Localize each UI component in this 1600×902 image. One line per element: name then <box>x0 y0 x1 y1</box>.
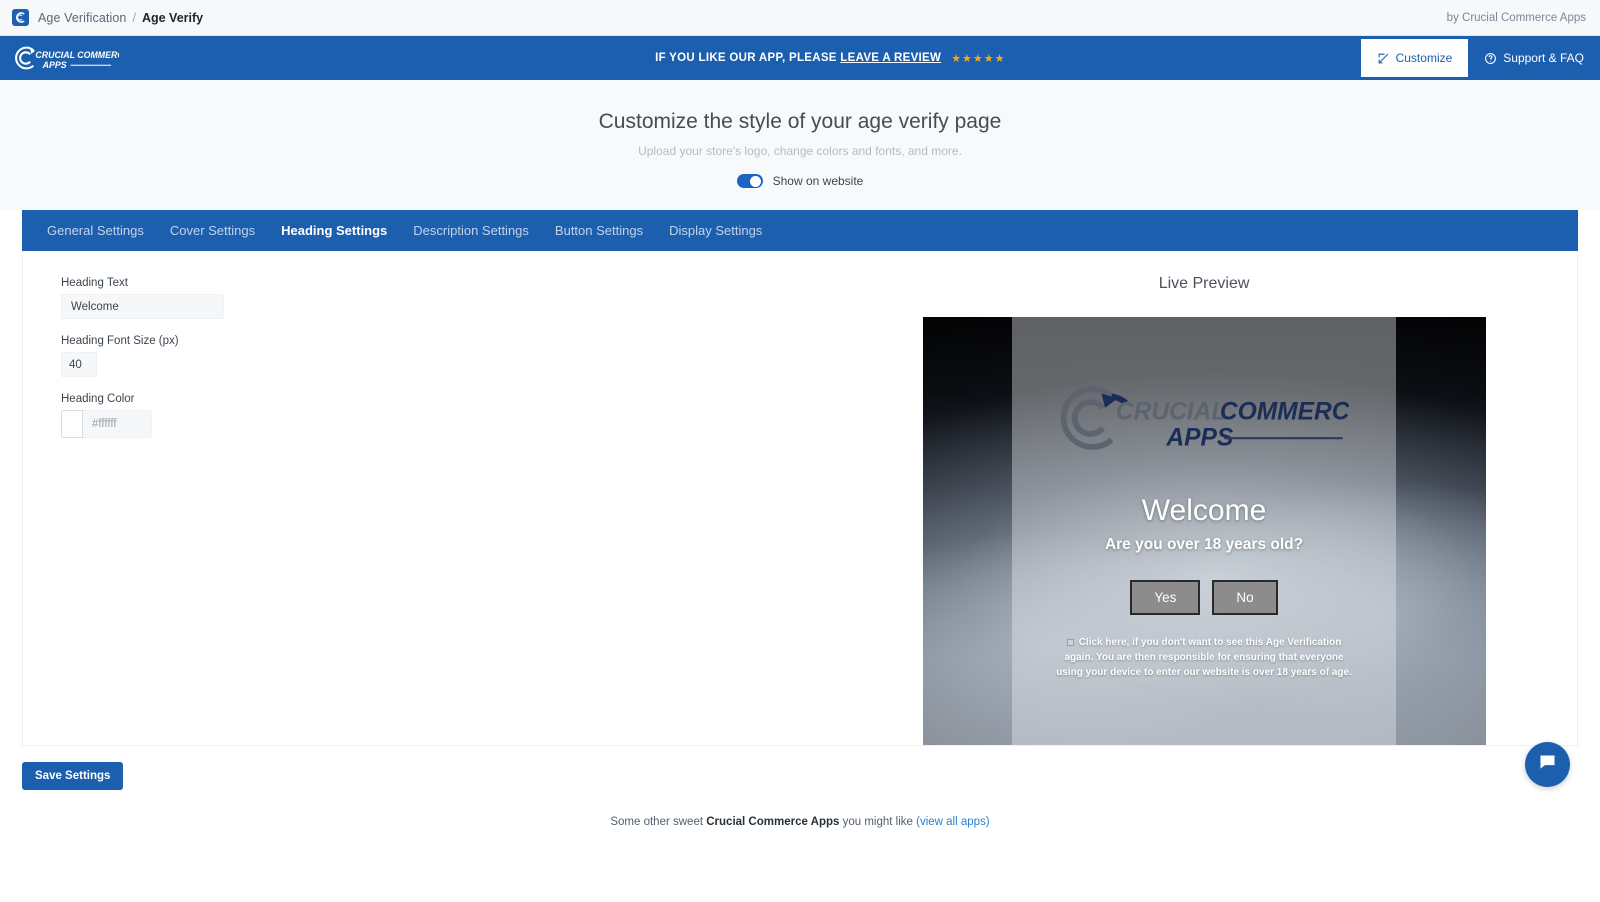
footer-prefix: Some other sweet <box>610 816 704 828</box>
preview-no-button[interactable]: No <box>1212 580 1278 615</box>
heading-color-group: #ffffff <box>61 410 152 438</box>
save-row: Save Settings <box>0 746 1600 790</box>
customize-tab-label: Customize <box>1395 51 1453 65</box>
tab-general-settings[interactable]: General Settings <box>34 223 157 238</box>
review-prefix: IF YOU LIKE OUR APP, PLEASE <box>655 52 837 64</box>
tab-cover-settings[interactable]: Cover Settings <box>157 223 268 238</box>
app-header: CRUCIAL COMMERCE APPS IF YOU LIKE OUR AP… <box>0 36 1600 80</box>
view-all-apps-link[interactable]: (view all apps) <box>916 816 990 828</box>
live-preview-canvas: CRUCIAL COMMERCE APPS Welcome Are you ov… <box>922 317 1486 745</box>
page-footer: Some other sweet Crucial Commerce Apps y… <box>0 790 1600 828</box>
app-window: Age Verification / Age Verify by Crucial… <box>0 0 1600 902</box>
support-faq-label: Support & FAQ <box>1503 51 1584 65</box>
breadcrumb-parent-link[interactable]: Age Verification <box>38 11 126 25</box>
page-header-section: Customize the style of your age verify p… <box>0 80 1600 210</box>
breadcrumb-current: Age Verify <box>141 10 204 25</box>
heading-font-size-input[interactable] <box>61 352 97 377</box>
heading-color-field: Heading Color #ffffff <box>61 393 831 438</box>
heading-color-swatch[interactable] <box>61 410 83 438</box>
crucial-c-logo-icon <box>12 9 29 26</box>
settings-form: Heading Text Heading Font Size (px) Head… <box>23 251 831 745</box>
app-header-actions: Customize Support & FAQ <box>1360 36 1600 80</box>
show-on-website-row: Show on website <box>0 174 1600 188</box>
question-circle-icon <box>1484 52 1497 65</box>
footer-middle: you might like <box>842 816 913 828</box>
save-settings-button[interactable]: Save Settings <box>22 762 124 790</box>
live-preview-overlay: CRUCIAL COMMERCE APPS Welcome Are you ov… <box>1012 317 1397 745</box>
toggle-knob <box>750 175 762 187</box>
heading-text-label: Heading Text <box>61 277 128 289</box>
preview-remember-text: Click here, if you don't want to see thi… <box>1056 637 1352 678</box>
svg-text:CRUCIAL COMMERCE: CRUCIAL COMMERCE <box>35 50 119 60</box>
footer-brand: Crucial Commerce Apps <box>706 816 840 828</box>
breadcrumb-separator: / <box>132 10 136 25</box>
preview-subheading: Are you over 18 years old? <box>1104 536 1304 553</box>
support-faq-button[interactable]: Support & FAQ <box>1468 36 1600 80</box>
breadcrumb-byline: by Crucial Commerce Apps <box>1446 11 1586 24</box>
preview-heading: Welcome <box>1141 494 1267 527</box>
heading-text-input[interactable] <box>61 294 224 319</box>
app-logo[interactable]: CRUCIAL COMMERCE APPS <box>0 36 300 80</box>
preview-remember-checkbox[interactable] <box>1066 638 1074 646</box>
svg-text:CRUCIAL: CRUCIAL <box>1116 398 1226 425</box>
breadcrumb-bar: Age Verification / Age Verify by Crucial… <box>0 0 1600 36</box>
heading-text-field: Heading Text <box>61 277 831 319</box>
heading-font-size-label: Heading Font Size (px) <box>61 335 179 347</box>
preview-buttons: Yes No <box>1130 580 1278 615</box>
tab-heading-settings[interactable]: Heading Settings <box>268 223 400 238</box>
live-preview-title: Live Preview <box>1158 275 1250 292</box>
svg-text:APPS: APPS <box>42 60 67 70</box>
review-banner-text: IF YOU LIKE OUR APP, PLEASE LEAVE A REVI… <box>655 52 941 64</box>
leave-a-review-link[interactable]: LEAVE A REVIEW <box>840 52 941 64</box>
settings-card: General Settings Cover Settings Heading … <box>22 210 1578 746</box>
page-bottom-spacer <box>0 828 1600 902</box>
svg-text:APPS: APPS <box>1165 424 1233 451</box>
svg-text:COMMERCE: COMMERCE <box>1220 398 1349 425</box>
star-rating-icon: ★★★★★ <box>951 52 1006 65</box>
customize-tab-button[interactable]: Customize <box>1360 39 1469 77</box>
preview-remember-row: Click here, if you don't want to see thi… <box>1054 635 1354 680</box>
review-banner: IF YOU LIKE OUR APP, PLEASE LEAVE A REVI… <box>300 36 1361 80</box>
settings-tabbar: General Settings Cover Settings Heading … <box>22 210 1578 251</box>
heading-color-label: Heading Color <box>61 393 135 405</box>
show-on-website-label: Show on website <box>772 174 864 188</box>
heading-font-size-field: Heading Font Size (px) <box>61 335 831 377</box>
show-on-website-toggle[interactable] <box>736 174 763 188</box>
chat-bubble-icon <box>1537 752 1558 778</box>
page-title: Customize the style of your age verify p… <box>598 110 1002 133</box>
settings-body: Heading Text Heading Font Size (px) Head… <box>22 251 1578 746</box>
tab-description-settings[interactable]: Description Settings <box>400 223 542 238</box>
page-subtitle: Upload your store's logo, change colors … <box>638 144 962 158</box>
tab-display-settings[interactable]: Display Settings <box>656 223 775 238</box>
preview-yes-button[interactable]: Yes <box>1130 580 1201 615</box>
live-preview-panel: Live Preview CRUCIAL COMMERC APPS Welcom… <box>831 251 1577 745</box>
heading-color-value[interactable]: #ffffff <box>83 410 152 438</box>
chat-launcher-button[interactable] <box>1525 742 1570 787</box>
tab-button-settings[interactable]: Button Settings <box>542 223 656 238</box>
preview-brand-logo: CRUCIAL COMMERCE APPS <box>1059 379 1366 462</box>
edit-square-icon <box>1377 52 1390 65</box>
